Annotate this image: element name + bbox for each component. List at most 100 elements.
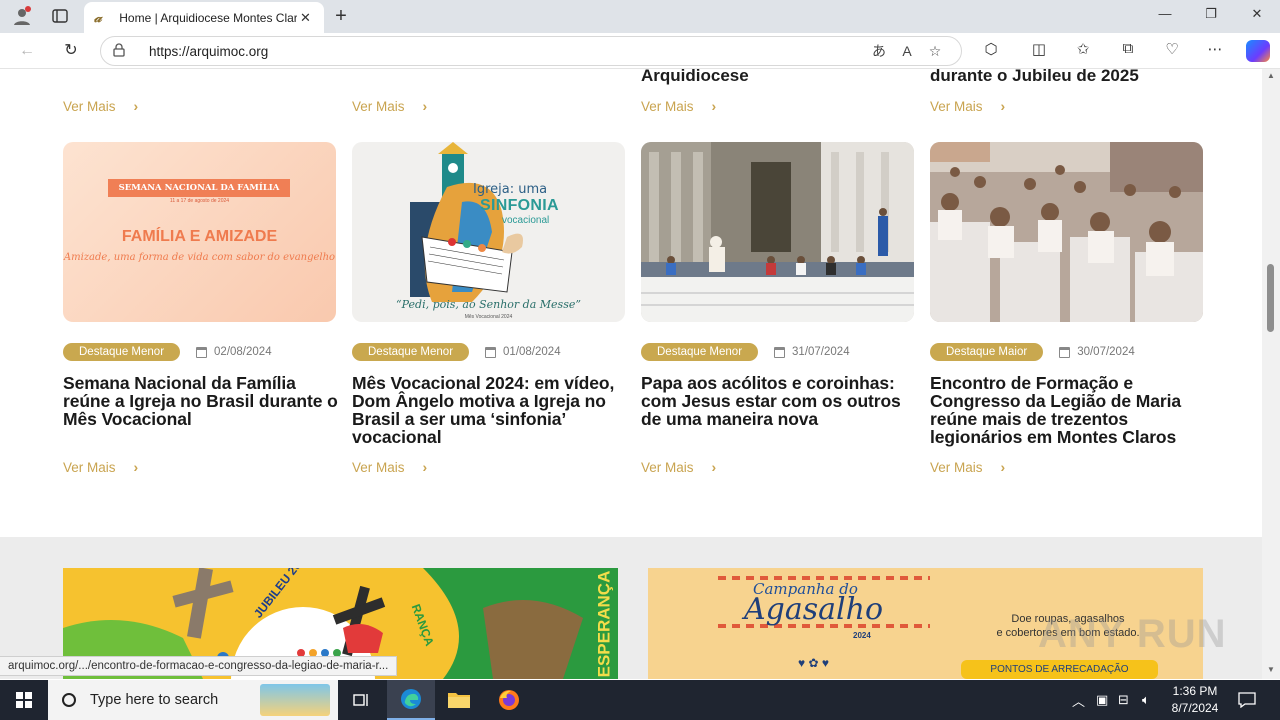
collections-icon[interactable]: ⧉ [1113,40,1143,57]
tab-title: Home | Arquidiocese Montes Claros [119,10,297,25]
minimize-button[interactable]: — [1142,6,1188,21]
image-line1: Igreja: uma [473,182,548,197]
previous-card-title[interactable]: Arquidiocese [641,69,749,85]
chevron-right-icon: › [133,459,139,475]
card-title[interactable]: Papa aos acólitos e coroinhas: com Jesus… [641,374,916,428]
favorites-icon[interactable]: ✩ [1068,40,1098,58]
card-image-legiao[interactable] [930,142,1203,322]
date-text: 30/07/2024 [1077,346,1135,358]
ver-mais-link[interactable]: Ver Mais › [930,98,1005,114]
ver-mais-label: Ver Mais [641,459,694,475]
favorite-star-icon[interactable]: ☆ [921,43,949,60]
ver-mais-link[interactable]: Ver Mais › [63,98,138,114]
ver-mais-link[interactable]: Ver Mais › [641,459,716,475]
clock-date: 8/7/2024 [1171,701,1219,715]
search-highlight-image [260,684,330,716]
extensions-icon[interactable]: ⬡ [976,40,1006,58]
ver-mais-link[interactable]: Ver Mais › [352,98,427,114]
card-image-familia[interactable]: SEMANA NACIONAL DA FAMÍLIA 11 a 17 de ag… [63,142,336,322]
page-content: Arquidiocese durante o Jubileu de 2025 V… [0,69,1262,679]
firefox-icon[interactable] [485,680,533,720]
performance-icon[interactable]: ♡ [1157,40,1187,58]
ver-mais-link[interactable]: Ver Mais › [63,459,138,475]
category-badge[interactable]: Destaque Maior [930,343,1044,361]
read-aloud-icon[interactable]: A [893,43,921,59]
card-image-papa[interactable] [641,142,914,322]
chevron-right-icon: › [133,98,139,114]
category-badge[interactable]: Destaque Menor [352,343,470,361]
menu-icon[interactable]: ⋯ [1200,40,1230,58]
scrollbar-thumb[interactable] [1267,264,1274,332]
photo-legiao [930,142,1203,322]
network-device-icon[interactable]: ▣ [1096,680,1108,720]
card-title[interactable]: Semana Nacional da Família reúne a Igrej… [63,374,338,428]
photo-papa [641,142,914,322]
lock-icon[interactable] [113,43,129,59]
notification-icon[interactable] [1238,680,1256,720]
scroll-up-icon[interactable]: ▲ [1262,71,1280,80]
image-line2: SINFONIA [480,197,559,214]
image-headline: FAMÍLIA E AMIZADE [121,228,278,245]
card-meta: Destaque Menor 31/07/2024 [641,343,850,361]
ver-mais-link[interactable]: Ver Mais › [641,98,716,114]
calendar-icon [485,346,497,358]
date-text: 01/08/2024 [503,346,561,358]
search-placeholder: Type here to search [90,692,219,708]
tab-bar: 𝒶 Home | Arquidiocese Montes Claros ✕ + … [0,0,1280,33]
split-screen-icon[interactable]: ◫ [1024,40,1054,58]
previous-card-title[interactable]: durante o Jubileu de 2025 [930,69,1139,85]
post-date: 31/07/2024 [774,346,850,358]
profile-icon[interactable] [9,4,35,28]
card-meta: Destaque Menor 01/08/2024 [352,343,561,361]
volume-icon[interactable]: 🔈︎ [1142,680,1150,720]
show-hidden-icons[interactable]: ︿ [1072,680,1085,720]
refresh-icon[interactable]: ↻ [58,39,84,63]
toolbar: ← ↻ https://arquimoc.org あ A ☆ ⬡ ◫ ✩ ⧉ ♡… [0,33,1280,69]
card-meta: Destaque Menor 02/08/2024 [63,343,272,361]
ver-mais-label: Ver Mais [352,459,405,475]
tab-actions-icon[interactable] [47,4,73,28]
jubileu-esperanca: ESPERANÇA [594,570,614,678]
close-tab-icon[interactable]: ✕ [297,10,314,26]
ver-mais-label: Ver Mais [930,459,983,475]
card-title[interactable]: Mês Vocacional 2024: em vídeo, Dom Ângel… [352,374,627,446]
translate-icon[interactable]: あ [865,41,893,61]
card-title[interactable]: Encontro de Formação e Congresso da Legi… [930,374,1205,446]
card-image-vocacional[interactable]: Igreja: uma SINFONIA vocacional “Pedi, p… [352,142,625,322]
tab-active[interactable]: 𝒶 Home | Arquidiocese Montes Claros ✕ [84,2,324,33]
url-text[interactable]: https://arquimoc.org [149,44,865,59]
close-window-button[interactable]: ✕ [1234,6,1280,22]
chevron-right-icon: › [711,98,717,114]
back-arrow-icon[interactable]: ← [14,39,40,63]
ver-mais-label: Ver Mais [930,98,983,114]
restore-button[interactable]: ❐ [1188,6,1234,22]
start-button[interactable] [0,680,48,720]
decor-icons: ♥ ✿ ♥ [798,656,829,670]
image-tagline: Amizade, uma forma de vida com sabor do … [63,252,336,263]
address-bar[interactable]: https://arquimoc.org あ A ☆ [100,36,962,66]
ver-mais-link[interactable]: Ver Mais › [352,459,427,475]
chevron-right-icon: › [1000,459,1006,475]
date-text: 31/07/2024 [792,346,850,358]
taskbar-search-box[interactable]: Type here to search [48,680,338,720]
taskbar-clock[interactable]: 1:36 PM 8/7/2024 [1160,683,1230,717]
image-foot: Mês Vocacional 2024 [464,314,513,320]
ver-mais-label: Ver Mais [641,98,694,114]
task-view-icon[interactable] [338,680,386,720]
scroll-down-icon[interactable]: ▼ [1262,665,1280,674]
file-explorer-icon[interactable] [435,680,483,720]
post-date: 02/08/2024 [196,346,272,358]
category-badge[interactable]: Destaque Menor [641,343,759,361]
pontos-arrecadacao-button[interactable]: PONTOS DE ARRECADAÇÃO [961,660,1158,679]
windows-logo-icon [16,692,32,708]
category-badge[interactable]: Destaque Menor [63,343,181,361]
edge-taskbar-icon[interactable] [387,680,435,720]
post-date: 30/07/2024 [1059,346,1135,358]
ver-mais-link[interactable]: Ver Mais › [930,459,1005,475]
card-meta: Destaque Maior 30/07/2024 [930,343,1135,361]
agasalho-year: 2024 [853,631,871,640]
network-icon[interactable]: ⊟ [1118,680,1129,720]
copilot-icon[interactable] [1246,40,1270,62]
vertical-scrollbar[interactable]: ▲ ▼ [1262,69,1280,679]
new-tab-button[interactable]: + [330,5,352,27]
